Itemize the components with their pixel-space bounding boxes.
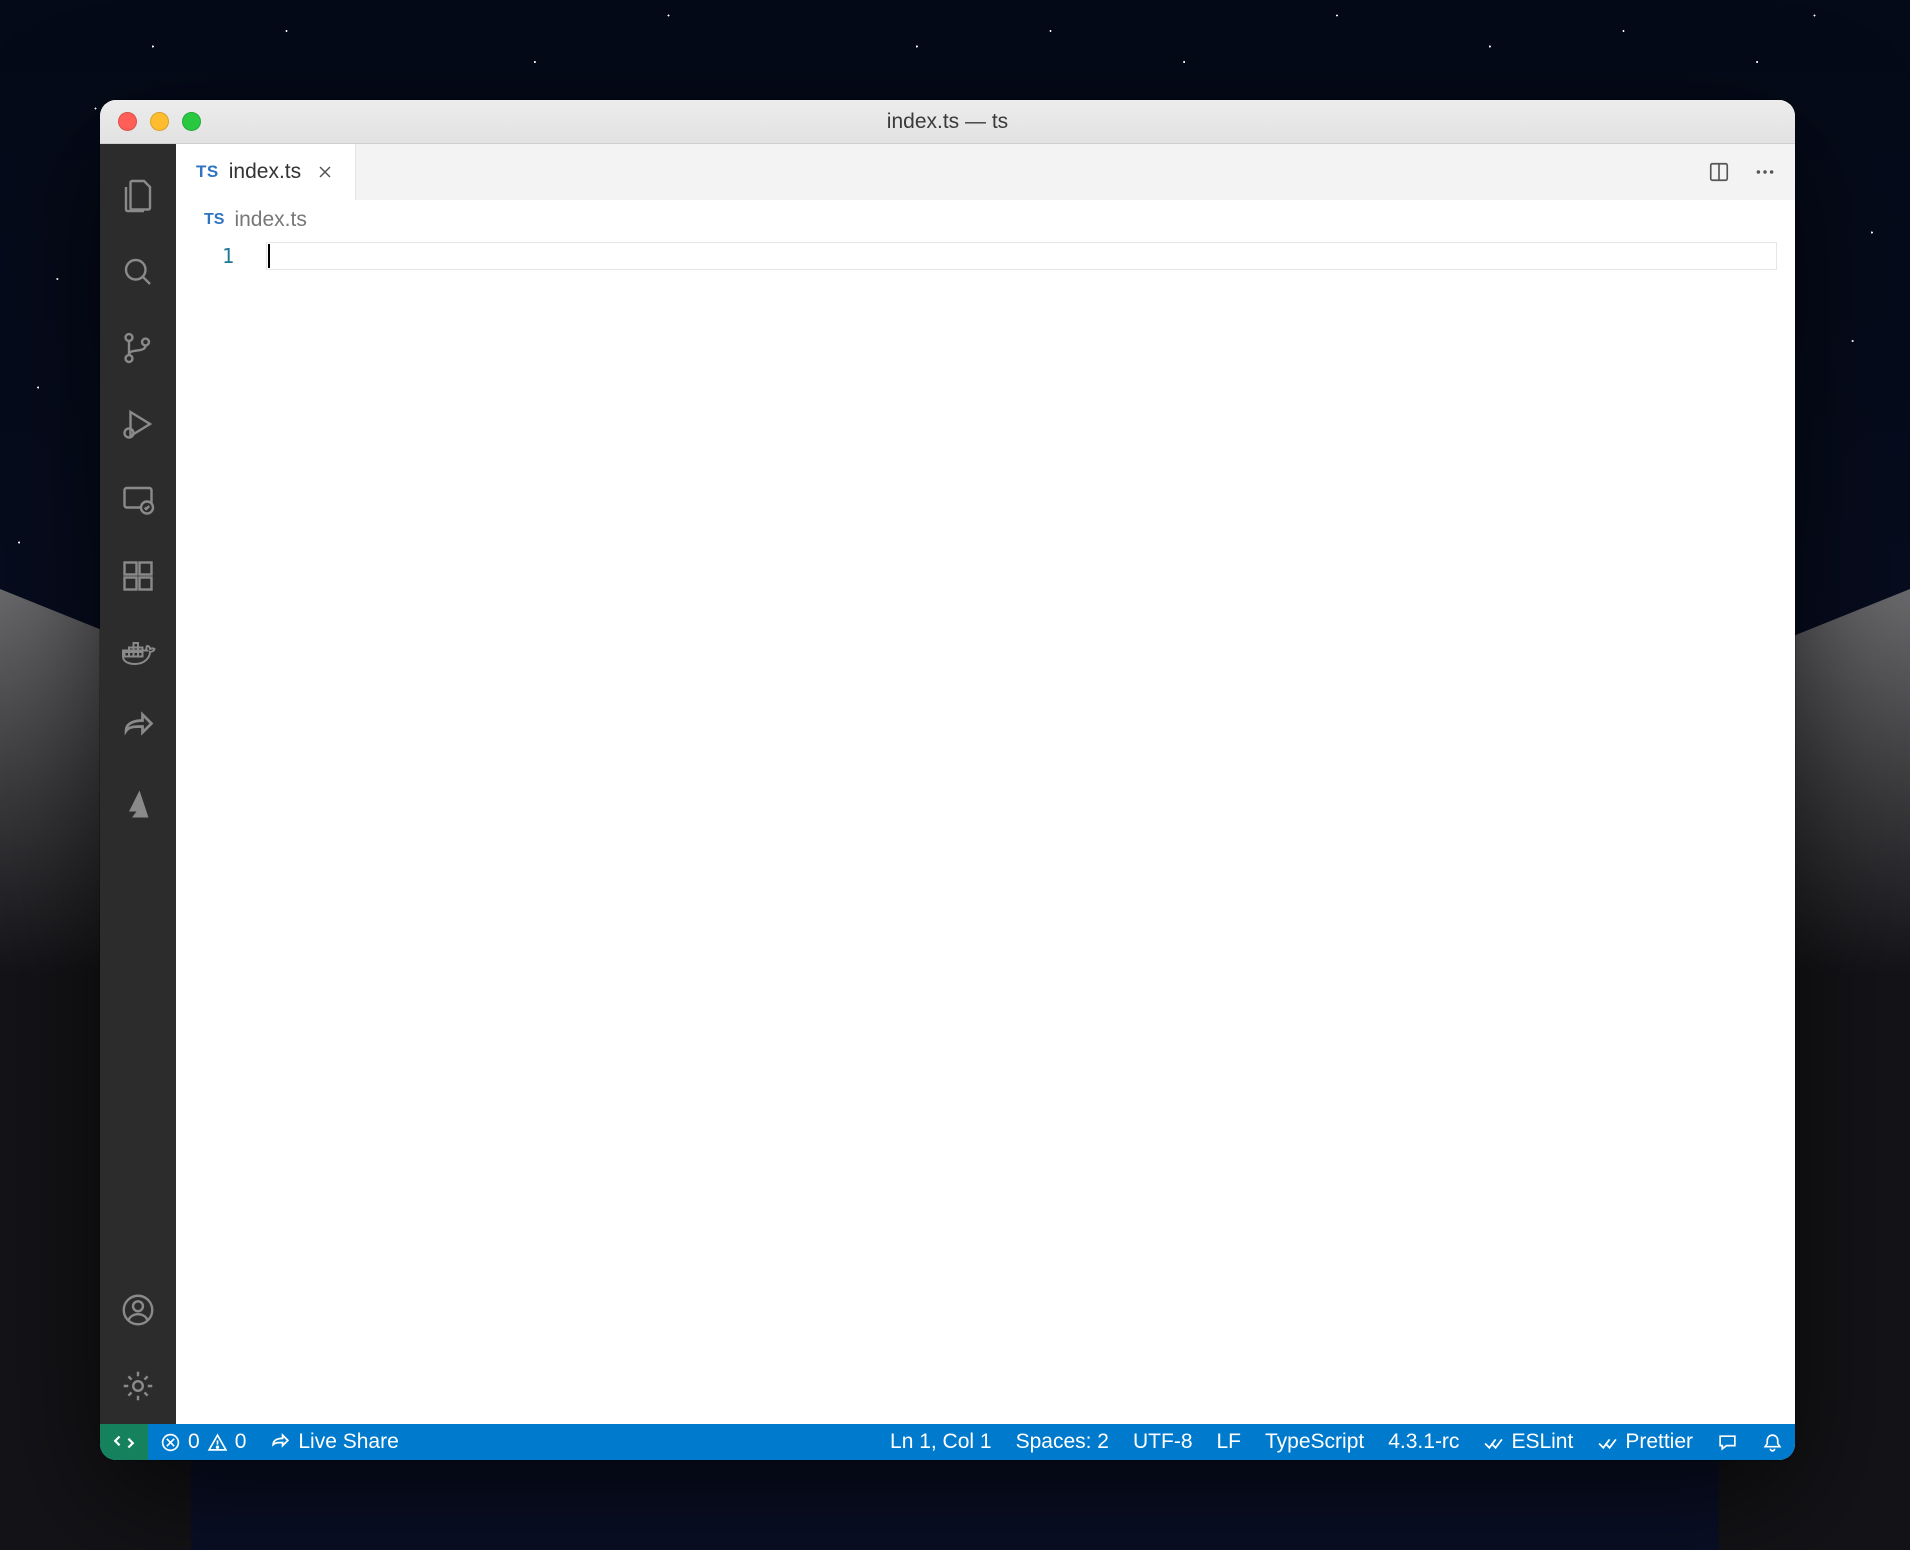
- breadcrumb[interactable]: TS index.ts: [176, 200, 1795, 240]
- double-check-icon: [1597, 1432, 1618, 1453]
- activity-accounts[interactable]: [100, 1272, 176, 1348]
- split-editor-button[interactable]: [1699, 152, 1739, 192]
- activity-explorer[interactable]: [100, 158, 176, 234]
- editor-more-actions-button[interactable]: [1745, 152, 1785, 192]
- activity-source-control[interactable]: [100, 310, 176, 386]
- editor-group: TS index.ts TS ind: [176, 144, 1795, 1424]
- typescript-file-icon: TS: [204, 211, 224, 229]
- status-encoding[interactable]: UTF-8: [1121, 1424, 1205, 1460]
- extensions-icon: [120, 558, 156, 594]
- status-feedback[interactable]: [1705, 1424, 1750, 1460]
- status-typescript-version[interactable]: 4.3.1-rc: [1376, 1424, 1471, 1460]
- tab-filename: index.ts: [229, 160, 301, 184]
- error-icon: [160, 1432, 181, 1453]
- window-titlebar[interactable]: index.ts — ts: [100, 100, 1795, 144]
- remote-monitor-icon: [120, 482, 156, 518]
- ellipsis-icon: [1754, 161, 1776, 183]
- search-icon: [120, 254, 156, 290]
- vscode-window: index.ts — ts: [100, 100, 1795, 1460]
- status-problems[interactable]: 0 0: [148, 1424, 258, 1460]
- tab-close-button[interactable]: [311, 158, 339, 186]
- editor-tab-bar: TS index.ts: [176, 144, 1795, 200]
- breadcrumb-filename: index.ts: [234, 208, 306, 232]
- azure-icon: [120, 786, 156, 822]
- split-editor-icon: [1708, 161, 1730, 183]
- status-eslint[interactable]: ESLint: [1471, 1424, 1585, 1460]
- activity-extensions[interactable]: [100, 538, 176, 614]
- status-live-share-label: Live Share: [298, 1430, 398, 1454]
- play-bug-icon: [120, 406, 156, 442]
- window-zoom-button[interactable]: [182, 112, 201, 131]
- current-line-highlight: [266, 242, 1777, 270]
- window-minimize-button[interactable]: [150, 112, 169, 131]
- files-icon: [120, 178, 156, 214]
- account-icon: [120, 1292, 156, 1328]
- activity-docker[interactable]: [100, 614, 176, 690]
- text-cursor: [268, 244, 270, 268]
- line-number: 1: [176, 244, 234, 268]
- activity-azure[interactable]: [100, 766, 176, 842]
- activity-bar: [100, 144, 176, 1424]
- share-arrow-icon: [120, 710, 156, 746]
- activity-remote-explorer[interactable]: [100, 462, 176, 538]
- warning-icon: [207, 1432, 228, 1453]
- activity-settings[interactable]: [100, 1348, 176, 1424]
- status-prettier[interactable]: Prettier: [1585, 1424, 1705, 1460]
- editor-actions: [1699, 144, 1795, 200]
- text-editor[interactable]: 1: [176, 240, 1795, 1424]
- live-share-icon: [270, 1432, 291, 1453]
- gear-icon: [120, 1368, 156, 1404]
- status-remote-button[interactable]: [100, 1424, 148, 1460]
- status-cursor-position[interactable]: Ln 1, Col 1: [878, 1424, 1004, 1460]
- status-bar: 0 0 Live Share Ln 1, Col 1 Spaces: 2 UTF…: [100, 1424, 1795, 1460]
- double-check-icon: [1483, 1432, 1504, 1453]
- typescript-file-icon: TS: [196, 162, 219, 182]
- git-branch-icon: [120, 330, 156, 366]
- remote-icon: [113, 1431, 135, 1453]
- code-surface[interactable]: [266, 240, 1795, 1424]
- status-notifications[interactable]: [1750, 1424, 1795, 1460]
- window-controls: [118, 112, 201, 131]
- status-indentation[interactable]: Spaces: 2: [1004, 1424, 1121, 1460]
- status-live-share[interactable]: Live Share: [258, 1424, 410, 1460]
- activity-search[interactable]: [100, 234, 176, 310]
- editor-tab-index-ts[interactable]: TS index.ts: [176, 144, 356, 200]
- activity-live-share[interactable]: [100, 690, 176, 766]
- bell-icon: [1762, 1432, 1783, 1453]
- window-title: index.ts — ts: [100, 110, 1795, 134]
- status-language-mode[interactable]: TypeScript: [1253, 1424, 1376, 1460]
- close-icon: [317, 164, 333, 180]
- activity-run-debug[interactable]: [100, 386, 176, 462]
- status-eol[interactable]: LF: [1205, 1424, 1254, 1460]
- docker-whale-icon: [120, 634, 156, 670]
- window-close-button[interactable]: [118, 112, 137, 131]
- feedback-icon: [1717, 1432, 1738, 1453]
- status-error-count: 0: [188, 1430, 200, 1454]
- status-warning-count: 0: [235, 1430, 247, 1454]
- line-number-gutter: 1: [176, 240, 266, 1424]
